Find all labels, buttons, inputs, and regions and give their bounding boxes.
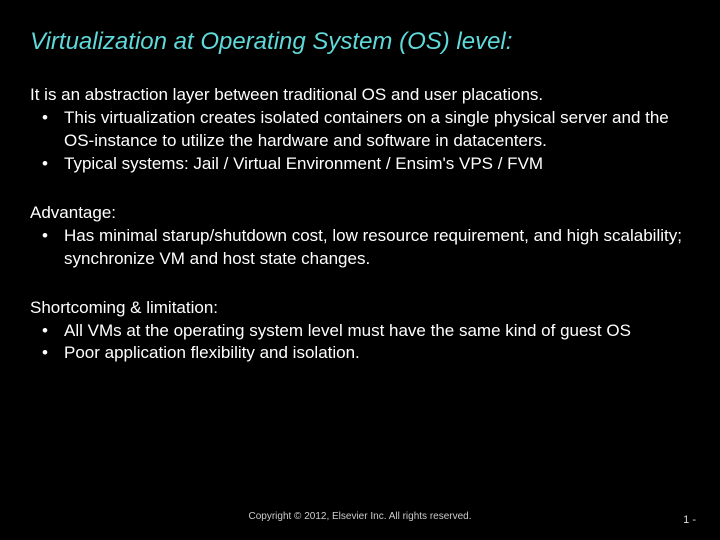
list-item: All VMs at the operating system level mu… (30, 320, 690, 343)
slide-container: Virtualization at Operating System (OS) … (0, 0, 720, 540)
copyright-footer: Copyright © 2012, Elsevier Inc. All righ… (0, 511, 720, 522)
shortcoming-bullets: All VMs at the operating system level mu… (30, 320, 690, 366)
slide-body: It is an abstraction layer between tradi… (30, 84, 690, 365)
bullet-list-1: This virtualization creates isolated con… (30, 107, 690, 176)
slide-title: Virtualization at Operating System (OS) … (30, 28, 690, 56)
advantage-section: Advantage: Has minimal starup/shutdown c… (30, 202, 690, 271)
list-item: Poor application flexibility and isolati… (30, 342, 690, 365)
list-item: This virtualization creates isolated con… (30, 107, 690, 153)
shortcoming-heading: Shortcoming & limitation: (30, 297, 690, 320)
advantage-bullets: Has minimal starup/shutdown cost, low re… (30, 225, 690, 271)
intro-text: It is an abstraction layer between tradi… (30, 84, 690, 107)
shortcoming-section: Shortcoming & limitation: All VMs at the… (30, 297, 690, 366)
list-item: Has minimal starup/shutdown cost, low re… (30, 225, 690, 271)
advantage-heading: Advantage: (30, 202, 690, 225)
list-item: Typical systems: Jail / Virtual Environm… (30, 153, 690, 176)
page-number: 1 - (683, 514, 696, 526)
